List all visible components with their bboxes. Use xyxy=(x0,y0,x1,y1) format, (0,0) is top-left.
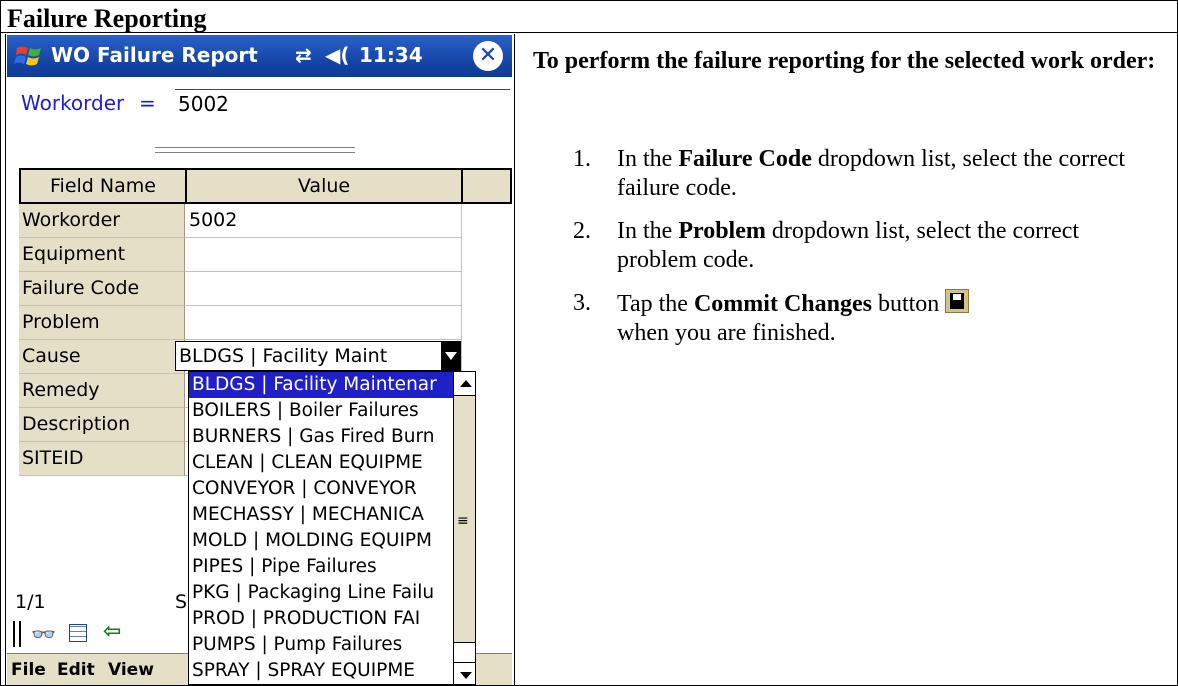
menu-view[interactable]: View xyxy=(108,660,154,680)
save-icon xyxy=(945,289,970,313)
workorder-operator: = xyxy=(139,91,156,115)
view-icon[interactable]: 👓 xyxy=(31,622,56,646)
status-text: S xyxy=(175,591,188,613)
steps-list: 1. In the Failure Code dropdown list, se… xyxy=(561,145,1161,362)
menu-edit[interactable]: Edit xyxy=(57,660,95,680)
dropdown-option[interactable]: MOLD | MOLDING EQUIPM xyxy=(189,528,453,554)
scroll-down-arrow-icon[interactable] xyxy=(454,662,475,684)
scrollbar-thumb[interactable]: ≡ xyxy=(454,396,475,642)
dropdown-option[interactable]: BOILERS | Boiler Failures xyxy=(189,398,453,424)
window-title: WO Failure Report xyxy=(51,43,258,67)
section-title: Failure Reporting xyxy=(7,4,207,33)
document-table: Failure Reporting WO Failure Report ⇄ ◀(… xyxy=(0,0,1178,686)
dropdown-option[interactable]: CLEAN | CLEAN EQUIPME xyxy=(189,450,453,476)
speaker-icon[interactable]: ◀( xyxy=(325,43,350,67)
field-name-cell: Equipment xyxy=(19,238,185,272)
table-left-border xyxy=(5,34,6,686)
field-value-cell[interactable]: 5002 xyxy=(185,204,461,238)
list-item: 1. In the Failure Code dropdown list, se… xyxy=(561,145,1161,203)
divider xyxy=(155,147,355,153)
title-bar: WO Failure Report ⇄ ◀( 11:34 ✕ xyxy=(7,35,512,77)
step-text: Tap the xyxy=(617,291,694,317)
step-text: button xyxy=(871,291,940,317)
scrollbar-track[interactable] xyxy=(454,642,475,662)
close-button[interactable]: ✕ xyxy=(473,41,503,71)
dropdown-option[interactable]: PKG | Packaging Line Failu xyxy=(189,580,453,606)
step-text: when you are finished. xyxy=(617,320,836,346)
column-divider xyxy=(514,34,515,686)
step-number: 1. xyxy=(573,146,591,172)
dropdown-option[interactable]: BLDGS | Facility Maintenar xyxy=(189,372,453,398)
intro-heading: To perform the failure reporting for the… xyxy=(533,48,1156,74)
dropdown-option[interactable]: BURNERS | Gas Fired Burn xyxy=(189,424,453,450)
scroll-grip-icon: ≡ xyxy=(457,513,469,529)
list-item: 2. In the Problem dropdown list, select … xyxy=(561,217,1161,275)
table-icon[interactable] xyxy=(69,624,87,642)
step-keyword: Failure Code xyxy=(678,146,812,172)
failure-code-combobox[interactable]: BLDGS | Facility Maint xyxy=(175,341,461,371)
step-text: In the xyxy=(617,146,679,172)
section-header: Failure Reporting xyxy=(1,1,1177,33)
dropdown-option[interactable]: PIPES | Pipe Failures xyxy=(189,554,453,580)
field-name-cell: Cause xyxy=(19,340,185,374)
page-counter: 1/1 xyxy=(15,591,46,613)
field-value-cell[interactable] xyxy=(185,272,461,306)
menu-file[interactable]: File xyxy=(11,660,46,680)
field-name-cell: Workorder xyxy=(19,204,185,238)
table-row[interactable]: Equipment xyxy=(19,238,512,272)
pda-screen: WO Failure Report ⇄ ◀( 11:34 ✕ Workorder… xyxy=(7,35,512,685)
dropdown-option[interactable]: SPRAY | SPRAY EQUIPME xyxy=(189,658,453,684)
workorder-input[interactable]: 5002 xyxy=(175,89,510,121)
step-keyword: Problem xyxy=(678,218,766,244)
field-value-cell[interactable] xyxy=(185,238,461,272)
field-name-cell: Description xyxy=(19,408,185,442)
table-row[interactable]: Workorder 5002 xyxy=(19,204,512,238)
dropdown-option[interactable]: PROD | PRODUCTION FAI xyxy=(189,606,453,632)
column-header-value[interactable]: Value xyxy=(185,168,463,204)
toolbar-grip-icon[interactable] xyxy=(13,621,21,647)
step-keyword: Commit Changes xyxy=(693,291,872,317)
instructions: To perform the failure reporting for the… xyxy=(533,45,1173,77)
back-arrow-icon[interactable]: ⇦ xyxy=(103,619,121,644)
dropdown-scrollbar[interactable]: ≡ xyxy=(453,372,475,684)
column-header-extra xyxy=(461,168,512,204)
column-header-field-name[interactable]: Field Name xyxy=(19,168,187,204)
dropdown-option[interactable]: CONVEYOR | CONVEYOR xyxy=(189,476,453,502)
step-number: 3. xyxy=(573,290,591,316)
dropdown-option[interactable]: MECHASSY | MECHANICA xyxy=(189,502,453,528)
sync-icon[interactable]: ⇄ xyxy=(295,43,312,67)
field-value-cell[interactable] xyxy=(185,306,461,340)
list-item: 3. Tap the Commit Changes button when yo… xyxy=(561,289,1161,348)
table-row[interactable]: Problem xyxy=(19,306,512,340)
dropdown-option[interactable]: PUMPS | Pump Failures xyxy=(189,632,453,658)
workorder-label: Workorder xyxy=(21,91,125,115)
clock[interactable]: 11:34 xyxy=(359,43,423,67)
field-name-cell: Remedy xyxy=(19,374,185,408)
step-text: In the xyxy=(617,218,679,244)
scroll-up-arrow-icon[interactable] xyxy=(454,372,475,396)
step-number: 2. xyxy=(573,218,591,244)
windows-start-icon[interactable] xyxy=(13,40,45,72)
toolbar: 👓 ⇦ xyxy=(7,619,188,649)
field-name-cell: Problem xyxy=(19,306,185,340)
table-row[interactable]: Failure Code xyxy=(19,272,512,306)
field-name-cell: SITEID xyxy=(19,442,185,476)
field-name-cell: Failure Code xyxy=(19,272,185,306)
dropdown-arrow-icon[interactable] xyxy=(441,342,461,370)
failure-code-dropdown-list[interactable]: BLDGS | Facility Maintenar BOILERS | Boil… xyxy=(188,371,476,685)
